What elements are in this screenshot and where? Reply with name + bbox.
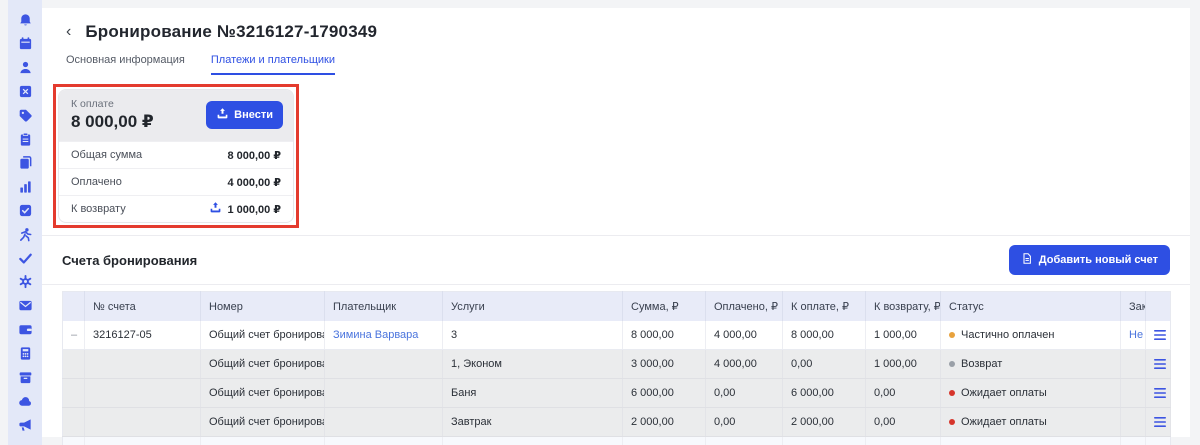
page-header: ‹ Бронирование №3216127-1790349 xyxy=(42,8,1190,42)
megaphone-icon[interactable] xyxy=(17,417,33,433)
page-title: Бронирование №3216127-1790349 xyxy=(85,22,377,42)
summary-row-refund: К возврату 1 000,00 ₽ xyxy=(59,195,293,222)
table-header-row: № счета Номер Плательщик Услуги Сумма, ₽… xyxy=(63,292,1171,322)
col-status: Статус xyxy=(941,292,1121,322)
closed-link[interactable]: Не н xyxy=(1121,321,1146,350)
status-dot xyxy=(949,390,955,396)
section-title: Счета бронирования xyxy=(62,253,197,268)
bar-chart-icon[interactable] xyxy=(17,179,33,195)
status-dot xyxy=(949,332,955,338)
calculator-icon[interactable] xyxy=(17,345,33,361)
tab-payments[interactable]: Платежи и плательщики xyxy=(211,54,335,75)
payer-link[interactable]: Зимина Варвара xyxy=(325,321,443,350)
bell-icon[interactable] xyxy=(17,12,33,28)
col-closed: Закр xyxy=(1121,292,1146,322)
col-refund: К возврату, ₽ xyxy=(866,292,941,322)
payment-summary-card: К оплате 8 000,00 ₽ Внести Общая сумма 8… xyxy=(58,89,294,223)
table-row: Общий счет бронирования Баня 6 000,00 0,… xyxy=(63,379,1171,408)
col-sum: Сумма, ₽ xyxy=(623,292,706,322)
table-total-row: Итого за бронь: 8 000,00 4 000,00 8 000,… xyxy=(63,437,1171,445)
col-payer: Плательщик xyxy=(325,292,443,322)
row-menu-icon[interactable] xyxy=(1146,379,1171,408)
total-due: 8 000,00 xyxy=(783,437,866,445)
table-row: – 3216127-05 Общий счет бронирования Зим… xyxy=(63,321,1171,350)
row-menu-icon[interactable] xyxy=(1146,350,1171,379)
table-row: Общий счет бронирования Завтрак 2 000,00… xyxy=(63,408,1171,437)
wallet-icon[interactable] xyxy=(17,322,33,338)
col-paid: Оплачено, ₽ xyxy=(706,292,783,322)
row-menu-icon[interactable] xyxy=(1146,321,1171,350)
calendar-icon[interactable] xyxy=(17,36,33,52)
total-label: Итого за бронь: xyxy=(85,437,201,445)
collapse-toggle[interactable]: – xyxy=(63,321,85,350)
total-refund: 1 000,00 xyxy=(866,437,941,445)
table-row: Общий счет бронирования 1, Эконом 3 000,… xyxy=(63,350,1171,379)
app-sidebar xyxy=(8,0,42,445)
status-dot xyxy=(949,361,955,367)
status-badge: Частично оплачен xyxy=(949,329,1112,341)
pay-button[interactable]: Внести xyxy=(206,101,283,129)
invoices-table-wrap: № счета Номер Плательщик Услуги Сумма, ₽… xyxy=(42,285,1190,445)
clipboard-icon[interactable] xyxy=(17,131,33,147)
summary-row-total: Общая сумма 8 000,00 ₽ xyxy=(59,141,293,168)
invoices-section: Счета бронирования Добавить новый счет №… xyxy=(42,235,1190,445)
payment-summary-zone: К оплате 8 000,00 ₽ Внести Общая сумма 8… xyxy=(58,89,294,223)
col-services: Услуги xyxy=(443,292,623,322)
total-paid: 4 000,00 xyxy=(706,437,783,445)
status-badge: Возврат xyxy=(949,358,1112,370)
document-add-icon xyxy=(1021,252,1033,268)
col-due: К оплате, ₽ xyxy=(783,292,866,322)
total-sum: 8 000,00 xyxy=(623,437,706,445)
tag-icon[interactable] xyxy=(17,107,33,123)
refund-cash-icon[interactable] xyxy=(209,201,222,217)
summary-row-paid: Оплачено 4 000,00 ₽ xyxy=(59,168,293,195)
checkmark-icon[interactable] xyxy=(17,250,33,266)
col-number: Номер xyxy=(201,292,325,322)
documents-icon[interactable] xyxy=(17,155,33,171)
user-icon[interactable] xyxy=(17,60,33,76)
archive-icon[interactable] xyxy=(17,369,33,385)
add-invoice-button[interactable]: Добавить новый счет xyxy=(1009,245,1170,275)
back-chevron-icon[interactable]: ‹ xyxy=(66,24,71,40)
invoices-table: № счета Номер Плательщик Услуги Сумма, ₽… xyxy=(62,291,1171,445)
main-content: ‹ Бронирование №3216127-1790349 Основная… xyxy=(42,8,1190,437)
cash-in-icon xyxy=(216,107,229,123)
person-running-icon[interactable] xyxy=(17,226,33,242)
amount-due-block: К оплате 8 000,00 ₽ Внести xyxy=(59,90,293,141)
tab-bar: Основная информация Платежи и плательщик… xyxy=(42,42,1190,75)
col-invoice-number: № счета xyxy=(85,292,201,322)
status-dot xyxy=(949,419,955,425)
status-badge: Ожидает оплаты xyxy=(949,387,1112,399)
task-check-icon[interactable] xyxy=(17,203,33,219)
gear-icon[interactable] xyxy=(17,274,33,290)
mail-icon[interactable] xyxy=(17,298,33,314)
cloud-icon[interactable] xyxy=(17,393,33,409)
status-badge: Ожидает оплаты xyxy=(949,416,1112,428)
dashboard-icon[interactable] xyxy=(17,83,33,99)
row-menu-icon[interactable] xyxy=(1146,408,1171,437)
tab-main-info[interactable]: Основная информация xyxy=(66,54,185,75)
